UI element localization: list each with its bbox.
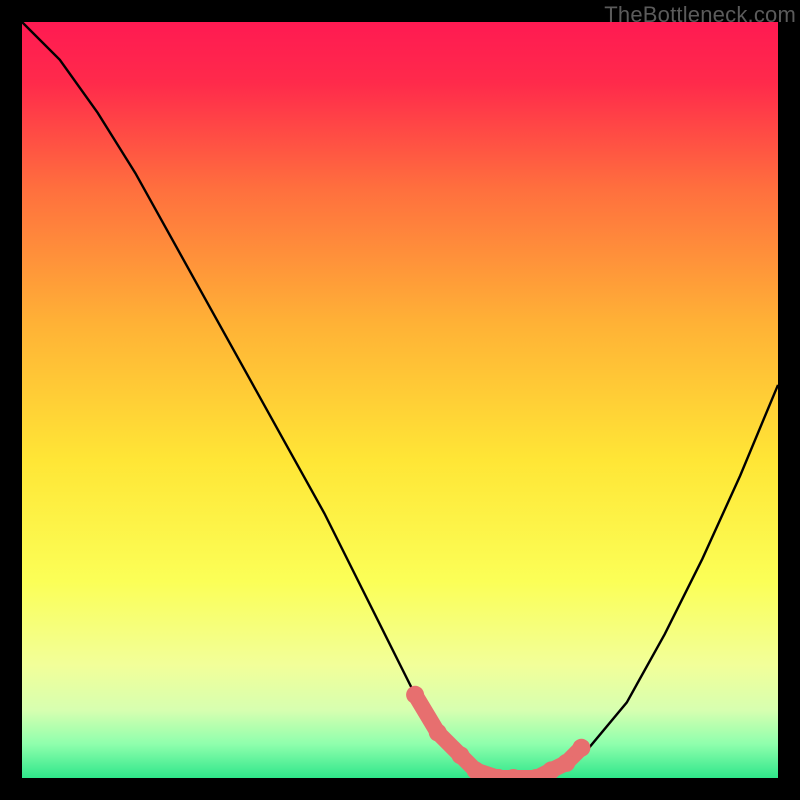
optimal-marker-dot (429, 724, 447, 742)
optimal-marker-dot (452, 746, 470, 764)
optimal-marker-dot (572, 739, 590, 757)
optimal-marker-dot (406, 686, 424, 704)
chart-svg (22, 22, 778, 778)
chart-frame (22, 22, 778, 778)
optimal-marker-dot (557, 754, 575, 772)
watermark-text: TheBottleneck.com (604, 2, 796, 28)
